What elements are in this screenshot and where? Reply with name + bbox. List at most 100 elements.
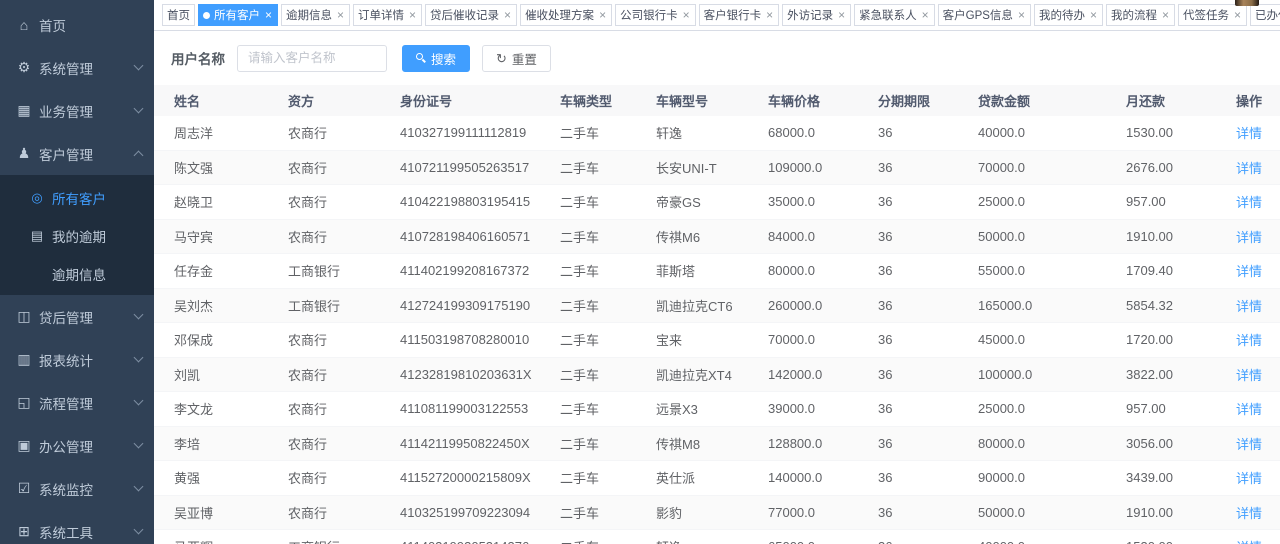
detail-link[interactable]: 详情: [1236, 330, 1262, 349]
tab-所有客户[interactable]: 所有客户×: [198, 4, 278, 26]
cell-funder: 农商行: [288, 434, 400, 453]
sidebar-subitem-我的逾期[interactable]: ▤我的逾期: [0, 217, 154, 255]
detail-link[interactable]: 详情: [1236, 158, 1262, 177]
close-icon[interactable]: ×: [682, 9, 691, 21]
cell-vehicle_model: 传祺M6: [656, 227, 768, 246]
cell-vehicle_type: 二手车: [560, 261, 656, 280]
sidebar-item-系统管理[interactable]: ⚙系统管理: [0, 46, 154, 89]
table-row: 邓保成农商行411503198708280010二手车宝来70000.03645…: [154, 323, 1280, 358]
cell-funder: 农商行: [288, 227, 400, 246]
close-icon[interactable]: ×: [336, 9, 345, 21]
close-icon[interactable]: ×: [598, 9, 607, 21]
tab-首页[interactable]: 首页: [162, 4, 195, 26]
search-button[interactable]: 搜索: [402, 45, 470, 72]
tab-label: 逾期信息: [286, 7, 332, 23]
tab-公司银行卡[interactable]: 公司银行卡×: [615, 4, 696, 26]
sidebar-subitem-所有客户[interactable]: ◎所有客户: [0, 179, 154, 217]
cell-vehicle_type: 二手车: [560, 365, 656, 384]
cell-price: 65000.0: [768, 539, 878, 544]
sidebar-item-系统监控[interactable]: ☑系统监控: [0, 467, 154, 510]
post-loan-icon: ◫: [14, 308, 34, 325]
detail-link[interactable]: 详情: [1236, 434, 1262, 453]
detail-link[interactable]: 详情: [1236, 296, 1262, 315]
close-icon[interactable]: ×: [765, 9, 774, 21]
sidebar-item-首页[interactable]: ⌂首页: [0, 3, 154, 46]
chevron-down-icon: [134, 61, 144, 71]
cell-id_number: 411402199208167372: [400, 263, 560, 278]
sidebar-item-label: 业务管理: [39, 101, 135, 121]
cell-price: 140000.0: [768, 470, 878, 485]
business-grid-icon: ▦: [14, 102, 34, 119]
close-icon[interactable]: ×: [264, 9, 273, 21]
cell-funder: 农商行: [288, 365, 400, 384]
tab-客户GPS信息[interactable]: 客户GPS信息×: [938, 4, 1031, 26]
cell-term: 36: [878, 263, 978, 278]
sidebar-subitem-逾期信息[interactable]: 逾期信息: [0, 255, 154, 293]
tab-label: 订单详情: [358, 7, 404, 23]
tab-订单详情[interactable]: 订单详情 ×: [353, 4, 422, 26]
gear-icon: ⚙: [14, 59, 34, 76]
detail-link[interactable]: 详情: [1236, 261, 1262, 280]
tab-贷后催收记录[interactable]: 贷后催收记录 ×: [425, 4, 517, 26]
cell-monthly: 1530.00: [1126, 539, 1244, 544]
tab-催收处理方案[interactable]: 催收处理方案×: [520, 4, 612, 26]
detail-link[interactable]: 详情: [1236, 468, 1262, 487]
close-icon[interactable]: ×: [1089, 9, 1098, 21]
cell-monthly: 1709.40: [1126, 263, 1244, 278]
table-row: 黄强农商行41152720000215809X二手车英仕派140000.0369…: [154, 461, 1280, 496]
sidebar-item-报表统计[interactable]: ▥报表统计: [0, 338, 154, 381]
detail-link[interactable]: 详情: [1236, 537, 1262, 544]
search-toolbar: 用户名称 搜索 ↻ 重置: [154, 31, 1280, 85]
detail-link[interactable]: 详情: [1236, 192, 1262, 211]
close-icon[interactable]: ×: [1017, 9, 1026, 21]
tab-逾期信息[interactable]: 逾期信息 ×: [281, 4, 350, 26]
sidebar-item-流程管理[interactable]: ◱流程管理: [0, 381, 154, 424]
tab-我的待办[interactable]: 我的待办 ×: [1034, 4, 1103, 26]
tab-我的流程[interactable]: 我的流程×: [1106, 4, 1175, 26]
tab-label: 我的待办: [1039, 7, 1085, 23]
detail-link[interactable]: 详情: [1236, 227, 1262, 246]
cell-id_number: 411402199305214376: [400, 539, 560, 544]
detail-link[interactable]: 详情: [1236, 123, 1262, 142]
cell-id_number: 411503198708280010: [400, 332, 560, 347]
sidebar-item-系统工具[interactable]: ⊞系统工具: [0, 510, 154, 544]
close-icon[interactable]: ×: [1233, 9, 1242, 21]
close-icon[interactable]: ×: [921, 9, 930, 21]
cell-name: 马守宾: [174, 227, 288, 246]
avatar[interactable]: [1235, 0, 1259, 6]
cell-funder: 农商行: [288, 158, 400, 177]
cell-loan: 40000.0: [978, 539, 1126, 544]
cell-vehicle_type: 二手车: [560, 192, 656, 211]
close-icon[interactable]: ×: [837, 9, 846, 21]
cell-id_number: 412724199309175190: [400, 298, 560, 313]
close-icon[interactable]: ×: [1161, 9, 1170, 21]
tab-已办任务[interactable]: 已办任务×: [1250, 4, 1280, 26]
cell-loan: 100000.0: [978, 367, 1126, 382]
reset-button-label: 重置: [512, 49, 537, 68]
cell-monthly: 957.00: [1126, 401, 1244, 416]
sidebar-item-业务管理[interactable]: ▦ 业务管理: [0, 89, 154, 132]
monitor-icon: ☑: [14, 480, 34, 497]
close-icon[interactable]: ×: [408, 9, 417, 21]
tab-客户银行卡[interactable]: 客户银行卡×: [699, 4, 780, 26]
sidebar-item-客户管理[interactable]: ♟客户管理: [0, 132, 154, 175]
sidebar-item-办公管理[interactable]: ▣办公管理: [0, 424, 154, 467]
sidebar-item-贷后管理[interactable]: ◫贷后管理: [0, 295, 154, 338]
cell-term: 36: [878, 505, 978, 520]
detail-link[interactable]: 详情: [1236, 365, 1262, 384]
reset-button[interactable]: ↻ 重置: [482, 45, 551, 72]
tab-label: 贷后催收记录: [430, 7, 499, 23]
tab-代签任务[interactable]: 代签任务×: [1178, 4, 1247, 26]
search-input[interactable]: [237, 45, 387, 72]
cell-vehicle_model: 远景X3: [656, 399, 768, 418]
close-icon[interactable]: ×: [503, 9, 512, 21]
search-label: 用户名称: [171, 48, 225, 68]
sidebar-subitem-label: 我的逾期: [52, 226, 106, 246]
cell-vehicle_model: 凯迪拉克XT4: [656, 365, 768, 384]
detail-link[interactable]: 详情: [1236, 399, 1262, 418]
tab-紧急联系人[interactable]: 紧急联系人×: [854, 4, 935, 26]
chevron-down-icon: [134, 525, 144, 535]
tab-外访记录[interactable]: 外访记录×: [782, 4, 851, 26]
detail-link[interactable]: 详情: [1236, 503, 1262, 522]
cell-funder: 农商行: [288, 399, 400, 418]
